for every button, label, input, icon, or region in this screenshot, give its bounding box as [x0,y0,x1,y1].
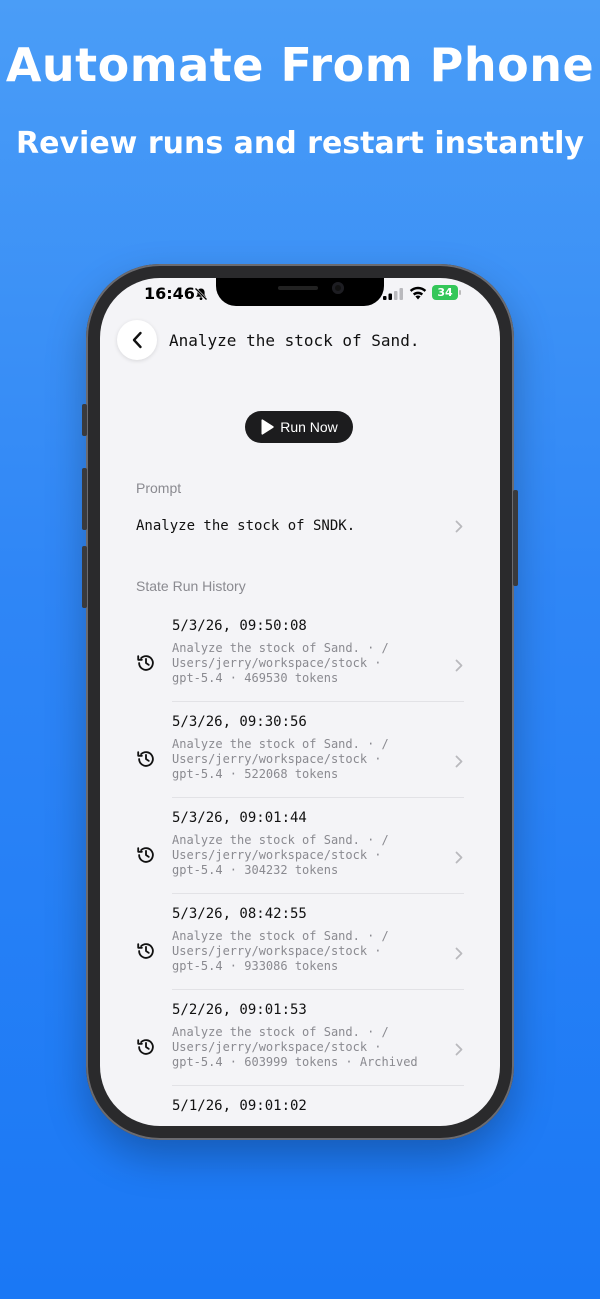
run-meta: Analyze the stock of Sand. · / Users/jerr… [172,641,389,685]
run-date: 5/1/26, 09:01:02 [172,1098,307,1114]
history-icon [137,943,154,959]
run-meta: Analyze the stock of Sand. · / Users/jerr… [172,833,389,877]
chevron-right-icon [455,659,463,672]
row-divider [172,797,464,798]
history-icon [137,655,154,671]
run-date: 5/3/26, 09:50:08 [172,618,307,634]
run-history-item[interactable]: 5/3/26, 09:50:08 Analyze the stock of Sa… [100,618,500,714]
cell-signal-icon [383,288,403,300]
mute-switch [82,404,87,436]
phone-screen: 16:46 34 Analyze the stock of Sand. Run … [100,278,500,1126]
power-button [513,490,518,586]
nav-title: Analyze the stock of Sand. [169,331,420,350]
row-divider [172,989,464,990]
row-divider [172,1085,464,1086]
prompt-section-label: Prompt [136,480,182,496]
volume-up-button [82,468,87,530]
row-divider [172,701,464,702]
chevron-right-icon [455,947,463,960]
run-history-item[interactable]: 5/2/26, 09:01:53 Analyze the stock of Sa… [100,1002,500,1098]
camera [332,282,344,294]
run-history-item[interactable]: 5/3/26, 09:30:56 Analyze the stock of Sa… [100,714,500,810]
run-meta: Analyze the stock of Sand. · / Users/jerr… [172,737,389,781]
run-meta: Analyze the stock of Sand. · / Users/jerr… [172,929,389,973]
run-history-item[interactable]: 5/3/26, 09:01:44 Analyze the stock of Sa… [100,810,500,906]
chevron-right-icon [455,755,463,768]
chevron-right-icon [455,851,463,864]
run-history-item[interactable]: 5/3/26, 08:42:55 Analyze the stock of Sa… [100,906,500,1002]
notch [216,278,384,306]
promo-headline: Automate From Phone [5,38,595,92]
speaker [278,286,318,290]
run-now-label: Run Now [280,419,338,435]
run-date: 5/3/26, 08:42:55 [172,906,307,922]
chevron-left-icon [132,331,142,349]
prompt-text: Analyze the stock of SNDK. [136,518,356,534]
history-icon [137,751,154,767]
history-icon [137,1039,154,1055]
play-icon [261,419,274,435]
promo-subhead: Review runs and restart instantly [16,126,584,161]
volume-down-button [82,546,87,608]
chevron-right-icon [455,520,463,533]
run-date: 5/3/26, 09:30:56 [172,714,307,730]
battery-indicator: 34 [432,285,461,300]
run-date: 5/3/26, 09:01:44 [172,810,307,826]
back-button[interactable] [117,320,157,360]
history-section-label: State Run History [136,578,246,594]
status-time: 16:46 [144,284,195,303]
run-history-item[interactable]: 5/1/26, 09:01:02 [100,1098,500,1126]
chevron-right-icon [455,1043,463,1056]
bell-slash-icon [194,287,208,301]
run-meta: Analyze the stock of Sand. · / Users/jerr… [172,1025,418,1069]
wifi-icon [409,286,427,300]
run-now-button[interactable]: Run Now [245,411,353,443]
run-date: 5/2/26, 09:01:53 [172,1002,307,1018]
history-icon [137,847,154,863]
row-divider [172,893,464,894]
